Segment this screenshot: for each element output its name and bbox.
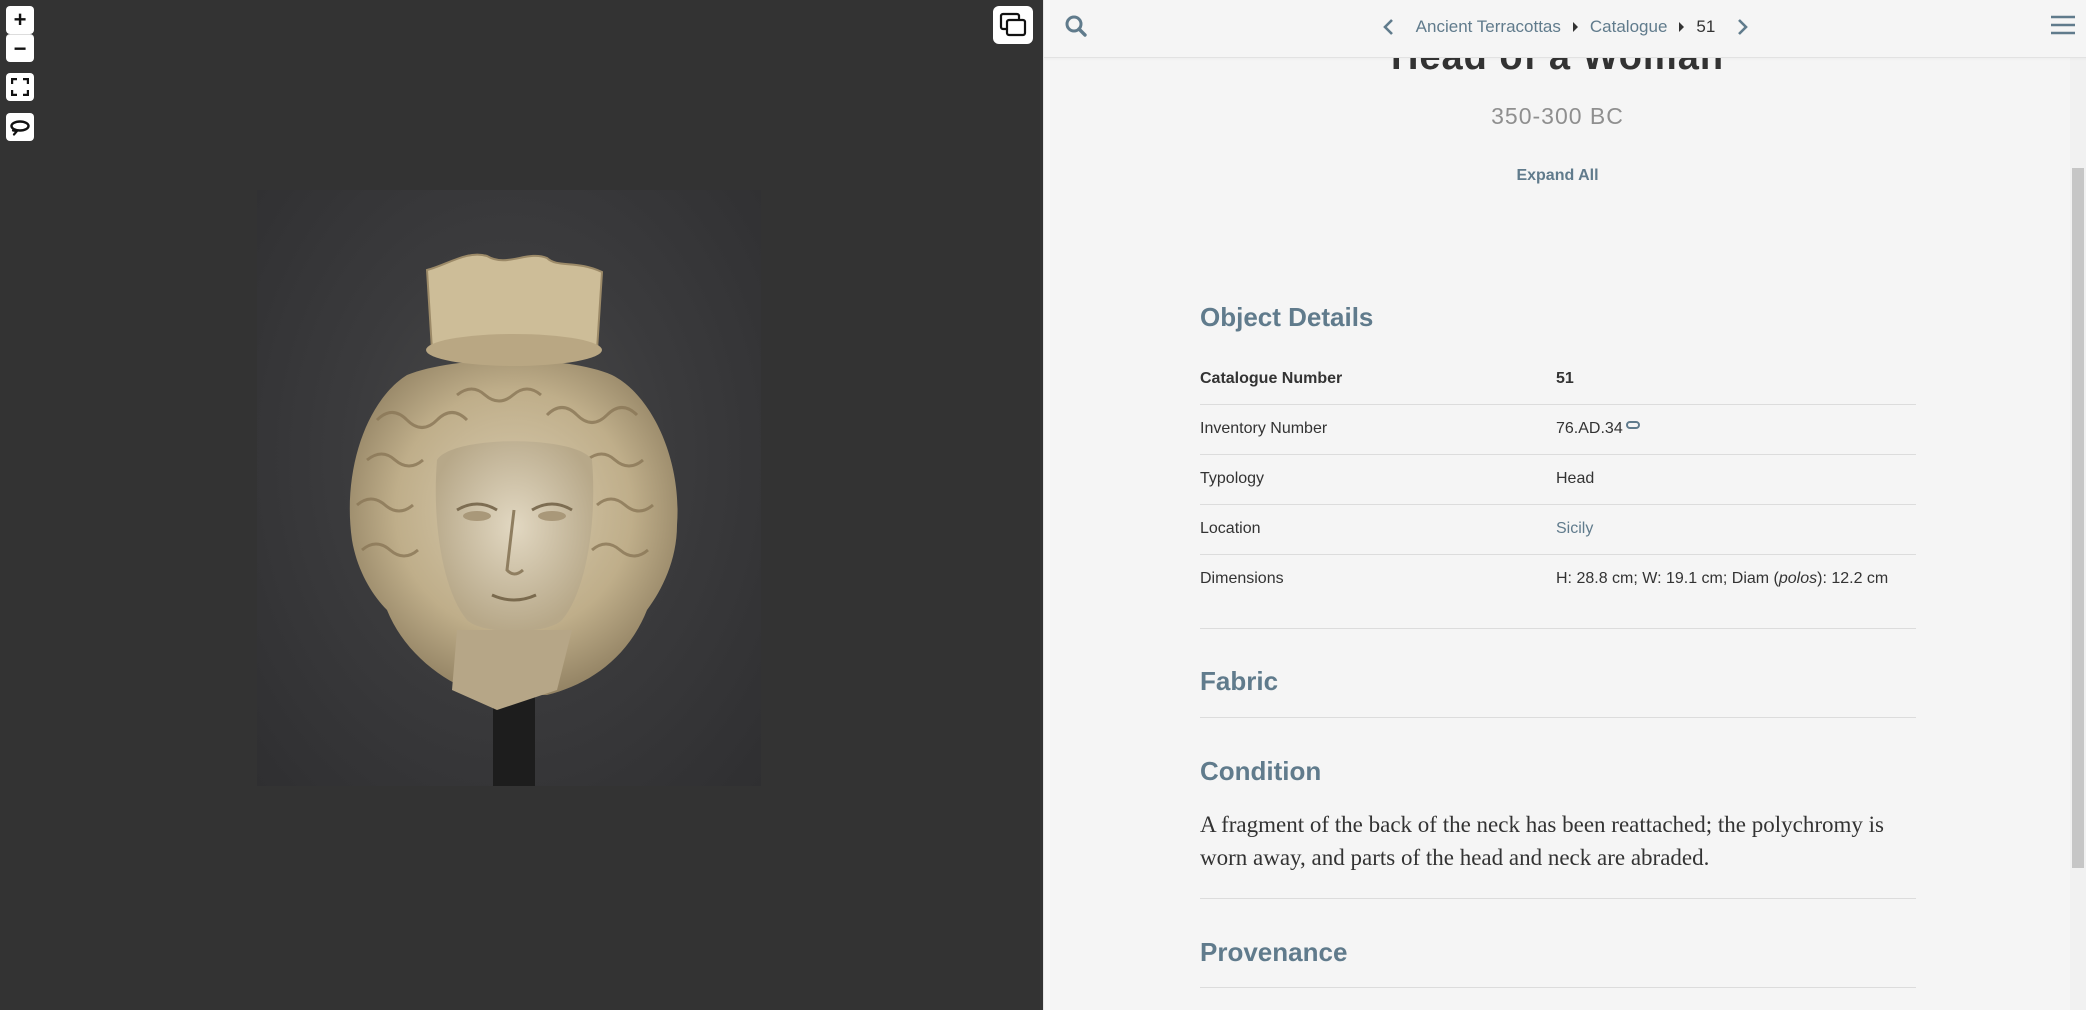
row-value: Head [1556, 470, 1595, 487]
row-key: Location [1200, 520, 1261, 537]
divider [1200, 898, 1916, 899]
inventory-number: 76.AD.34 [1556, 420, 1623, 437]
chevron-left-icon [1382, 19, 1393, 35]
caret-right-icon [1679, 22, 1685, 32]
section-fabric[interactable]: Fabric [1200, 666, 1278, 697]
table-row: Typology Head [1200, 454, 1916, 504]
scrollbar-track[interactable] [2070, 58, 2086, 1010]
dimensions-emphasis: polos [1778, 570, 1818, 588]
entry-content: Head of a Woman 350-300 BC Expand All Ob… [1044, 0, 2071, 1010]
breadcrumb-catalogue-link[interactable]: Catalogue [1590, 17, 1668, 37]
section-provenance[interactable]: Provenance [1200, 937, 1347, 968]
breadcrumb-section-link[interactable]: Ancient Terracottas [1416, 17, 1561, 37]
divider [1200, 987, 1916, 988]
rotate-button[interactable] [6, 113, 34, 141]
rotate-icon [10, 120, 30, 136]
expand-all-button[interactable]: Expand All [1044, 167, 2071, 185]
zoom-in-button[interactable]: + [6, 6, 34, 34]
scrollbar-thumb[interactable] [2072, 168, 2084, 868]
section-condition[interactable]: Condition [1200, 756, 1321, 787]
zoom-out-button[interactable]: − [6, 34, 34, 62]
table-row: Catalogue Number 51 [1200, 354, 1916, 404]
row-key: Catalogue Number [1200, 369, 1343, 387]
reader-panel: Head of a Woman 350-300 BC Expand All Ob… [1043, 0, 2086, 1010]
entry-date: 350-300 BC [1491, 103, 1624, 129]
divider [1200, 628, 1916, 629]
condition-text: A fragment of the back of the neck has b… [1200, 812, 1884, 870]
fullscreen-icon [11, 78, 29, 96]
table-row: Dimensions H: 28.8 cm; W: 19.1 cm; Diam … [1200, 554, 1916, 604]
caret-right-icon [1572, 22, 1578, 32]
section-object-details[interactable]: Object Details [1200, 302, 1373, 333]
artwork-image [257, 190, 761, 786]
table-row: Inventory Number 76.AD.34 [1200, 404, 1916, 454]
image-viewer[interactable]: + − [0, 0, 1043, 1010]
previous-entry-button[interactable] [1376, 14, 1402, 40]
layers-icon [999, 12, 1027, 37]
top-navigation-bar: Ancient Terracottas Catalogue 51 [1044, 0, 2086, 58]
row-key: Inventory Number [1200, 420, 1328, 437]
dimensions-text: H: 28.8 cm; W: 19.1 cm; Diam ( [1556, 570, 1779, 588]
object-details-table: Catalogue Number 51 Inventory Number 76.… [1200, 354, 1916, 604]
location-link[interactable]: Sicily [1556, 520, 1593, 537]
dimensions-text-end: ): 12.2 cm [1817, 570, 1889, 588]
divider [1200, 717, 1916, 718]
row-value: H: 28.8 cm; W: 19.1 cm; Diam (polos): 12… [1556, 554, 1916, 604]
row-value: Sicily [1556, 504, 1916, 554]
chevron-right-icon [1738, 19, 1749, 35]
next-entry-button[interactable] [1729, 14, 1755, 40]
hamburger-menu-icon [2051, 15, 2075, 35]
table-row: Location Sicily [1200, 504, 1916, 554]
fullscreen-button[interactable] [6, 73, 34, 101]
row-key: Dimensions [1200, 570, 1284, 588]
menu-button[interactable] [2049, 14, 2077, 40]
row-key: Typology [1200, 470, 1265, 487]
breadcrumb-current: 51 [1696, 17, 1716, 36]
row-value: 51 [1556, 369, 1574, 387]
row-value: 76.AD.34 [1556, 404, 1916, 454]
breadcrumb: Ancient Terracottas Catalogue 51 [1044, 0, 2086, 54]
layers-button[interactable] [993, 6, 1033, 44]
link-icon[interactable] [1625, 421, 1640, 429]
